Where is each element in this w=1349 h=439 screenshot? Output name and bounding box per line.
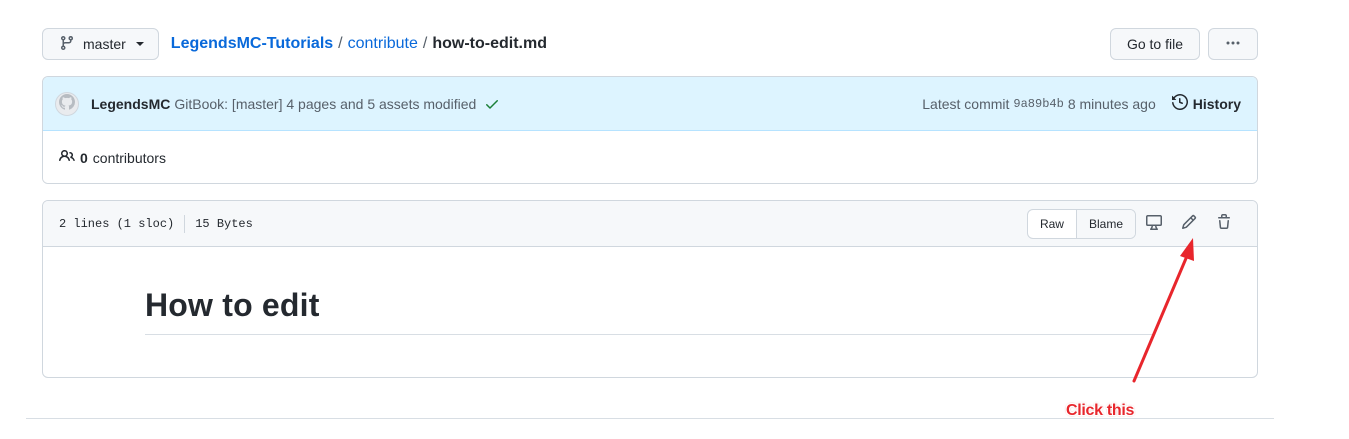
markdown-heading: How to edit: [145, 287, 1155, 335]
file-line-count: 2 lines (1 sloc): [59, 216, 175, 231]
avatar[interactable]: [55, 91, 79, 116]
file-info: 2 lines (1 sloc) 15 Bytes: [59, 214, 253, 233]
pencil-icon: [1181, 214, 1197, 233]
annotation-label: Click this: [1066, 402, 1135, 419]
go-to-file-button[interactable]: Go to file: [1109, 28, 1200, 60]
commit-author-link[interactable]: LegendsMC: [91, 96, 170, 112]
branch-name: master: [83, 36, 126, 52]
commit-meta: Latest commit 9a89b4b 8 minutes ago Hist…: [922, 93, 1241, 113]
breadcrumb-repo-link[interactable]: LegendsMC-Tutorials: [171, 35, 333, 53]
divider: [184, 214, 186, 233]
file-size: 15 Bytes: [195, 216, 253, 231]
latest-commit-row: LegendsMC GitBook: [master] 4 pages and …: [43, 77, 1257, 131]
contributors-count: 0: [80, 149, 88, 166]
top-actions: Go to file: [1109, 28, 1258, 60]
markdown-body: How to edit: [43, 247, 1257, 335]
contributors-label: contributors: [92, 149, 166, 166]
latest-commit-label: Latest commit: [922, 95, 1010, 112]
more-options-button[interactable]: [1208, 28, 1258, 60]
history-icon: [1171, 93, 1188, 113]
latest-commit-box: LegendsMC GitBook: [master] 4 pages and …: [42, 76, 1258, 184]
commit-sha-link[interactable]: 9a89b4b: [1013, 97, 1063, 111]
file-actions: Raw Blame: [1026, 208, 1241, 239]
edit-file-button[interactable]: [1171, 210, 1206, 238]
git-branch-icon: [59, 35, 75, 54]
open-in-desktop-button[interactable]: [1136, 210, 1171, 238]
commit-message-link[interactable]: GitBook: [master] 4 pages and 5 assets m…: [174, 96, 476, 112]
people-icon: [59, 148, 75, 167]
delete-file-button[interactable]: [1206, 210, 1241, 238]
history-link[interactable]: History: [1171, 93, 1241, 113]
breadcrumb-file-name: how-to-edit.md: [432, 35, 547, 52]
file-viewer: 2 lines (1 sloc) 15 Bytes Raw Blame How …: [42, 200, 1258, 378]
file-navigation: master LegendsMC-Tutorials / contribute …: [42, 28, 1258, 60]
breadcrumb: LegendsMC-Tutorials / contribute / how-t…: [171, 35, 547, 53]
branch-select-button[interactable]: master: [42, 28, 159, 60]
raw-button[interactable]: Raw: [1028, 210, 1076, 238]
chevron-down-icon: [135, 42, 144, 46]
trash-icon: [1216, 214, 1232, 233]
contributors-row[interactable]: 0 contributors: [43, 131, 1257, 183]
breadcrumb-directory-link[interactable]: contribute: [348, 35, 418, 53]
blame-button[interactable]: Blame: [1075, 209, 1135, 238]
raw-blame-group: Raw Blame: [1026, 208, 1136, 239]
commit-time: 8 minutes ago: [1067, 95, 1156, 112]
check-icon[interactable]: [484, 96, 500, 112]
desktop-icon: [1145, 214, 1162, 233]
github-avatar-icon: [59, 94, 75, 113]
history-label: History: [1192, 95, 1241, 112]
file-header: 2 lines (1 sloc) 15 Bytes Raw Blame: [43, 201, 1257, 247]
breadcrumb-separator: /: [338, 35, 343, 52]
breadcrumb-separator: /: [422, 35, 428, 52]
kebab-horizontal-icon: [1225, 35, 1241, 54]
